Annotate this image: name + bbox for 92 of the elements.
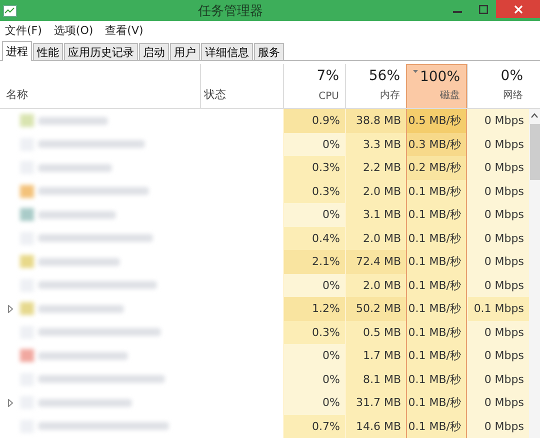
table-cell: 0.1 MB/秒 [406,320,467,344]
menu-item[interactable]: 查看(V) [105,23,144,38]
column-header[interactable]: 7% CPU [283,64,345,108]
table-cell: 0.1 MB/秒 [406,180,467,203]
column-label: CPU [318,91,339,102]
table-cell: 50.2 MB [345,297,406,320]
table-cell: 0.3% [283,180,345,203]
table-cell: 0 Mbps [467,226,529,250]
column-header[interactable]: 状态 [200,64,283,108]
table-cell: 0 Mbps [467,180,529,203]
close-button[interactable] [496,0,540,18]
table-cell: 2.1% [283,250,345,274]
table-cell: 31.7 MB [345,391,406,414]
blurred-name [38,116,108,125]
table-cell: 0.3% [283,156,345,180]
table-cell: 0 Mbps [467,132,529,156]
percent-value: 56% [368,68,400,84]
table-cell: 0% [283,391,345,414]
table-cell: 0% [283,368,345,391]
percent-value: 0% [500,68,523,84]
table-cell: 0% [283,344,345,368]
table-cell: 0.1 MB/秒 [406,250,467,274]
column-label: 磁盘 [440,89,460,102]
close-icon [514,4,522,14]
table-cell: 3.3 MB [345,132,406,156]
table-cell: 0.4% [283,226,345,250]
sort-caret-icon [413,70,418,73]
scrollbar-thumb[interactable] [530,124,540,180]
table-cell: 0 Mbps [467,250,529,274]
table-cell: 0.3% [283,320,345,344]
table-cell: 0 Mbps [467,414,529,438]
table-cell: 0 Mbps [467,344,529,368]
table-cell: 0.1 MB/秒 [406,391,467,414]
column-header[interactable]: 100% 磁盘 [406,64,467,108]
window-title: 任务管理器 [197,2,264,20]
menu-item[interactable]: 选项(O) [54,23,94,38]
table-cell: 0 Mbps [467,320,529,344]
table-cell: 0.1 Mbps [467,297,529,320]
table-cell: 2.0 MB [345,226,406,250]
table-cell: 0.1 MB/秒 [406,297,467,320]
table-cell: 38.8 MB [345,109,406,132]
table-cell: 0.1 MB/秒 [406,226,467,250]
table-cell: 0.7% [283,414,345,438]
table-cell: 0% [283,132,345,156]
table-cell: 8.1 MB [345,368,406,391]
table-cell: 1.7 MB [345,344,406,368]
tab[interactable]: 性能 [33,43,63,60]
table-cell: 0.1 MB/秒 [406,274,467,297]
tab[interactable]: 用户 [170,43,200,60]
table-cell: 0.1 MB/秒 [406,368,467,391]
maximize-icon [478,4,488,14]
percent-value: 100% [420,69,460,85]
table-cell: 0% [283,203,345,226]
table-cell: 0 Mbps [467,203,529,226]
table-cell: 3.1 MB [345,203,406,226]
expand-arrow-icon[interactable] [8,398,13,407]
menu-item[interactable]: 文件(F) [5,23,42,38]
table-cell: 72.4 MB [345,250,406,274]
scrollbar[interactable] [529,109,540,438]
table-cell: 0.5 MB [345,320,406,344]
scroll-up-icon[interactable] [531,113,538,118]
table-cell: 0 Mbps [467,274,529,297]
table-cell: 0.9% [283,109,345,132]
table-cell: 0.2 MB/秒 [406,156,467,180]
tab[interactable]: 应用历史记录 [64,43,138,60]
table-cell: 14.6 MB [345,414,406,438]
app-icon [3,4,17,16]
table-cell: 0.1 MB/秒 [406,203,467,226]
table-cell: 0 Mbps [467,156,529,180]
table-cell: 1.2% [283,297,345,320]
column-label: 网络 [503,89,523,102]
table-cell: 2.2 MB [345,156,406,180]
table-cell: 0.1 MB/秒 [406,414,467,438]
table-cell: 0.3 MB/秒 [406,132,467,156]
percent-value: 7% [316,68,339,84]
expand-arrow-icon[interactable] [8,304,13,313]
table-cell: 0 Mbps [467,391,529,414]
table-cell: 2.0 MB [345,274,406,297]
table-cell: 0.5 MB/秒 [406,109,467,132]
minimize-icon [452,11,462,13]
column-header[interactable]: 0% 网络 [467,64,529,108]
tab[interactable]: 服务 [254,43,284,60]
tab[interactable]: 详细信息 [201,43,253,60]
column-header[interactable]: 名称 [0,64,200,108]
tab[interactable]: 启动 [139,43,169,60]
table-cell: 2.0 MB [345,180,406,203]
table-cell: 0% [283,274,345,297]
table-cell: 0.1 MB/秒 [406,344,467,368]
column-label: 内存 [380,88,400,102]
table-cell: 0 Mbps [467,109,529,132]
tab[interactable]: 进程 [2,41,32,61]
table-cell: 0 Mbps [467,368,529,391]
